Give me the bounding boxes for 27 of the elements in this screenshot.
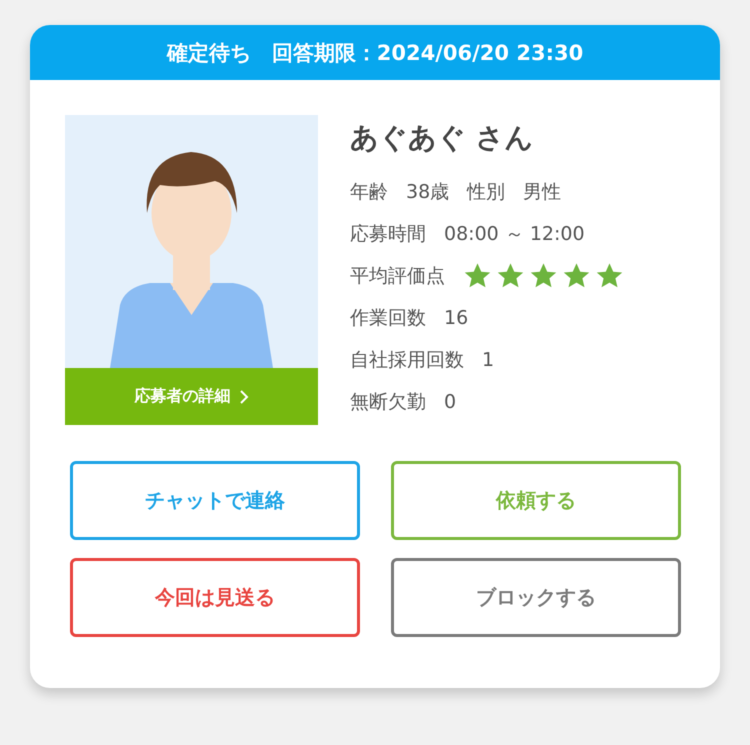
status-text: 確定待ち [166,40,252,66]
field-label: 無断欠勤 [350,390,426,415]
field-label: 作業回数 [350,306,426,331]
star-icon [463,262,492,290]
field-label: 平均評価点 [350,264,445,289]
field-value: 男性 [523,180,562,205]
field-label: 応募時間 [350,222,426,247]
field-label: 自社採用回数 [350,348,464,373]
star-icon [496,262,525,290]
applicant-name: あぐあぐ さん [350,120,535,156]
field-value: 38歳 [406,180,450,205]
deadline-text: 回答期限：2024/06/20 23:30 [272,40,584,66]
field-value: 1 [482,349,494,371]
action-button[interactable]: 今回は見送る [70,558,360,637]
action-button[interactable]: ブロックする [391,558,681,637]
field-label: 年齢 [350,180,388,205]
action-button[interactable]: 依頼する [391,461,681,540]
star-icon [562,262,591,290]
field-value: 0 [444,391,456,413]
field-value: 08:00 ～ 12:00 [444,222,585,247]
action-button[interactable]: チャットで連絡 [70,461,360,540]
field-label: 性別 [467,180,506,205]
star-icon [595,262,624,290]
chevron-right-icon [238,388,248,404]
star-icon [529,262,558,290]
detail-link[interactable]: 応募者の詳細 [65,368,318,425]
field-value: 16 [444,307,468,329]
